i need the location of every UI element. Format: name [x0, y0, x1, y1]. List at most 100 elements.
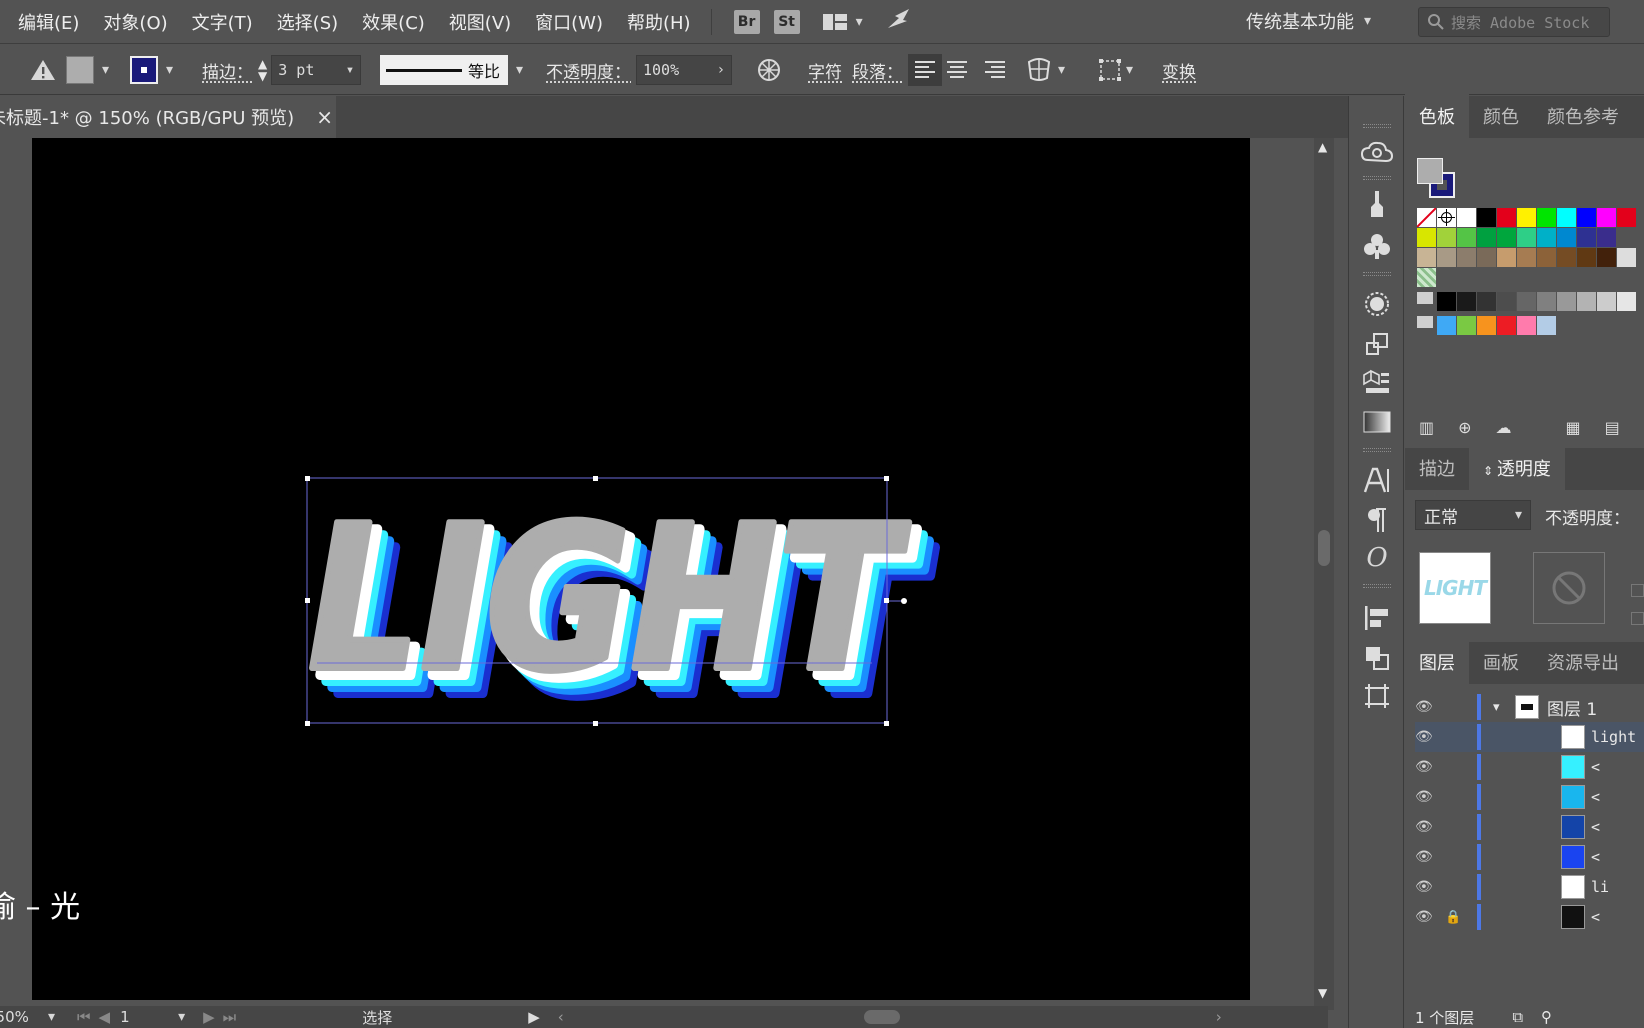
layer-row-top[interactable]: 👁 ▾ 图层 1 — [1415, 692, 1644, 722]
brushes-icon[interactable] — [1361, 188, 1393, 220]
zoom-value[interactable]: 150% — [0, 1008, 42, 1026]
eye-icon[interactable]: 👁 — [1415, 819, 1439, 835]
eye-icon[interactable]: 👁 — [1415, 699, 1439, 715]
color-swatch[interactable] — [1457, 208, 1476, 227]
close-tab-icon[interactable]: × — [316, 105, 333, 129]
transform-icon[interactable] — [1361, 328, 1393, 360]
paragraph-link[interactable]: 段落： — [852, 54, 903, 86]
creative-cloud-libraries-icon[interactable] — [1361, 136, 1393, 168]
cloud-sync-icon[interactable]: ☁ — [1496, 418, 1512, 437]
fill-color-control[interactable]: ▾ — [66, 54, 109, 86]
menu-select[interactable]: 选择(S) — [265, 9, 350, 35]
color-swatch[interactable] — [1557, 292, 1576, 311]
color-swatch[interactable] — [1437, 228, 1456, 247]
chevron-down-icon[interactable]: ▼ — [1318, 986, 1327, 1000]
grip[interactable] — [1363, 584, 1391, 588]
chevron-down-icon[interactable]: ▾ — [346, 62, 354, 78]
tab-stroke[interactable]: 描边 — [1405, 455, 1469, 490]
chevron-down-icon[interactable]: ▾ — [166, 62, 173, 78]
first-page-icon[interactable]: ⏮ — [77, 1008, 91, 1026]
symbols-icon[interactable] — [1361, 230, 1393, 262]
chevron-down-icon[interactable]: ▾ — [48, 1009, 55, 1025]
search-icon[interactable]: ⚲ — [1541, 1008, 1552, 1026]
color-swatch[interactable] — [1477, 208, 1496, 227]
folder-icon[interactable] — [1417, 316, 1433, 328]
color-swatch[interactable] — [1517, 292, 1536, 311]
color-swatch[interactable] — [1577, 248, 1596, 267]
color-swatch[interactable] — [1597, 208, 1616, 227]
color-swatch[interactable] — [1537, 228, 1556, 247]
pathfinder-icon[interactable] — [1361, 642, 1393, 674]
tab-artboards[interactable]: 画板 — [1469, 649, 1533, 684]
sublayer-label[interactable]: < — [1591, 788, 1600, 806]
light-text-artwork[interactable]: LIGHT LIGHT LIGHT LIGHT LIGHT — [305, 480, 941, 746]
color-swatch[interactable] — [1537, 248, 1556, 267]
eye-icon[interactable]: 👁 — [1415, 909, 1439, 925]
eye-icon[interactable]: 👁 — [1415, 729, 1439, 745]
shape-modes-control[interactable]: ▾ — [1026, 54, 1065, 86]
swatch-libraries-icon[interactable]: ▥ — [1419, 418, 1434, 437]
new-swatch-group-icon[interactable]: ▤ — [1605, 418, 1620, 437]
last-page-icon[interactable]: ⏭ — [223, 1008, 237, 1026]
lock-icon[interactable]: 🔒 — [1445, 910, 1461, 925]
stock-button[interactable]: St — [773, 9, 800, 34]
layer-sublayer-row[interactable]: 👁 < — [1415, 842, 1644, 872]
page-number-field[interactable]: 1 — [120, 1008, 178, 1026]
color-swatch[interactable] — [1617, 248, 1636, 267]
color-swatch[interactable] — [1457, 316, 1476, 335]
sublayer-label[interactable]: < — [1591, 758, 1600, 776]
color-swatch[interactable] — [1597, 292, 1616, 311]
layer-sublayer-row[interactable]: 👁 li — [1415, 872, 1644, 902]
transparency-opacity-label[interactable]: 不透明度： — [1545, 504, 1630, 529]
gradient-icon[interactable] — [1361, 406, 1393, 438]
color-swatch[interactable] — [1497, 208, 1516, 227]
color-swatch[interactable] — [1617, 292, 1636, 311]
menu-edit[interactable]: 编辑(E) — [0, 9, 91, 35]
color-swatch[interactable] — [1497, 316, 1516, 335]
color-swatch[interactable] — [1477, 316, 1496, 335]
color-swatch[interactable] — [1517, 208, 1536, 227]
blend-mode-select[interactable]: 正常 ▾ — [1415, 500, 1531, 530]
3d-object-icon[interactable] — [1361, 366, 1393, 398]
grip[interactable] — [1363, 124, 1391, 128]
color-swatch[interactable] — [1437, 316, 1456, 335]
layer-sublayer-row[interactable]: 👁 light — [1415, 722, 1644, 752]
color-swatch[interactable] — [1477, 292, 1496, 311]
gpu-performance-icon[interactable] — [885, 6, 913, 37]
chevron-down-icon[interactable]: ▾ — [1058, 62, 1065, 78]
scroll-right-icon[interactable]: › — [1216, 1008, 1222, 1026]
color-swatch[interactable] — [1517, 316, 1536, 335]
character-icon[interactable] — [1361, 464, 1393, 496]
appearance-icon[interactable] — [1361, 288, 1393, 320]
menu-window[interactable]: 窗口(W) — [523, 9, 615, 35]
opacity-label[interactable]: 不透明度： — [546, 54, 631, 86]
show-kinds-icon[interactable]: ⊕ — [1458, 418, 1471, 437]
layer-sublayer-row[interactable]: 👁 🔒 < — [1415, 902, 1644, 932]
color-swatch[interactable] — [1457, 228, 1476, 247]
layer-sublayer-row[interactable]: 👁 < — [1415, 782, 1644, 812]
stroke-color-control[interactable]: ▾ — [130, 54, 173, 86]
menu-view[interactable]: 视图(V) — [437, 9, 523, 35]
color-swatch[interactable] — [1597, 248, 1616, 267]
menu-help[interactable]: 帮助(H) — [615, 9, 703, 35]
color-swatch[interactable] — [1577, 228, 1596, 247]
color-swatch[interactable] — [1517, 248, 1536, 267]
warning-icon[interactable] — [30, 54, 56, 86]
chevron-up-icon[interactable]: ▲ — [1318, 140, 1327, 154]
tab-transparency[interactable]: ⇕ 透明度 — [1469, 445, 1565, 490]
grip[interactable] — [1363, 272, 1391, 276]
export-icon[interactable]: ⧉ — [1512, 1008, 1523, 1026]
color-swatch[interactable] — [1557, 248, 1576, 267]
menu-effect[interactable]: 效果(C) — [350, 9, 437, 35]
menu-type[interactable]: 文字(T) — [180, 9, 265, 35]
color-swatch[interactable] — [1457, 292, 1476, 311]
stroke-label[interactable]: 描边： — [202, 54, 253, 86]
color-swatch[interactable] — [1537, 208, 1556, 227]
color-swatch[interactable] — [1497, 228, 1516, 247]
stepper-icon[interactable]: ▲ ▼ — [258, 58, 267, 82]
paragraph-icon[interactable] — [1361, 504, 1393, 536]
artboard[interactable]: LIGHT LIGHT LIGHT LIGHT LIGHT — [32, 138, 1250, 1000]
color-swatch[interactable] — [1537, 316, 1556, 335]
sublayer-label[interactable]: < — [1591, 818, 1600, 836]
scroll-thumb[interactable] — [1318, 530, 1330, 566]
